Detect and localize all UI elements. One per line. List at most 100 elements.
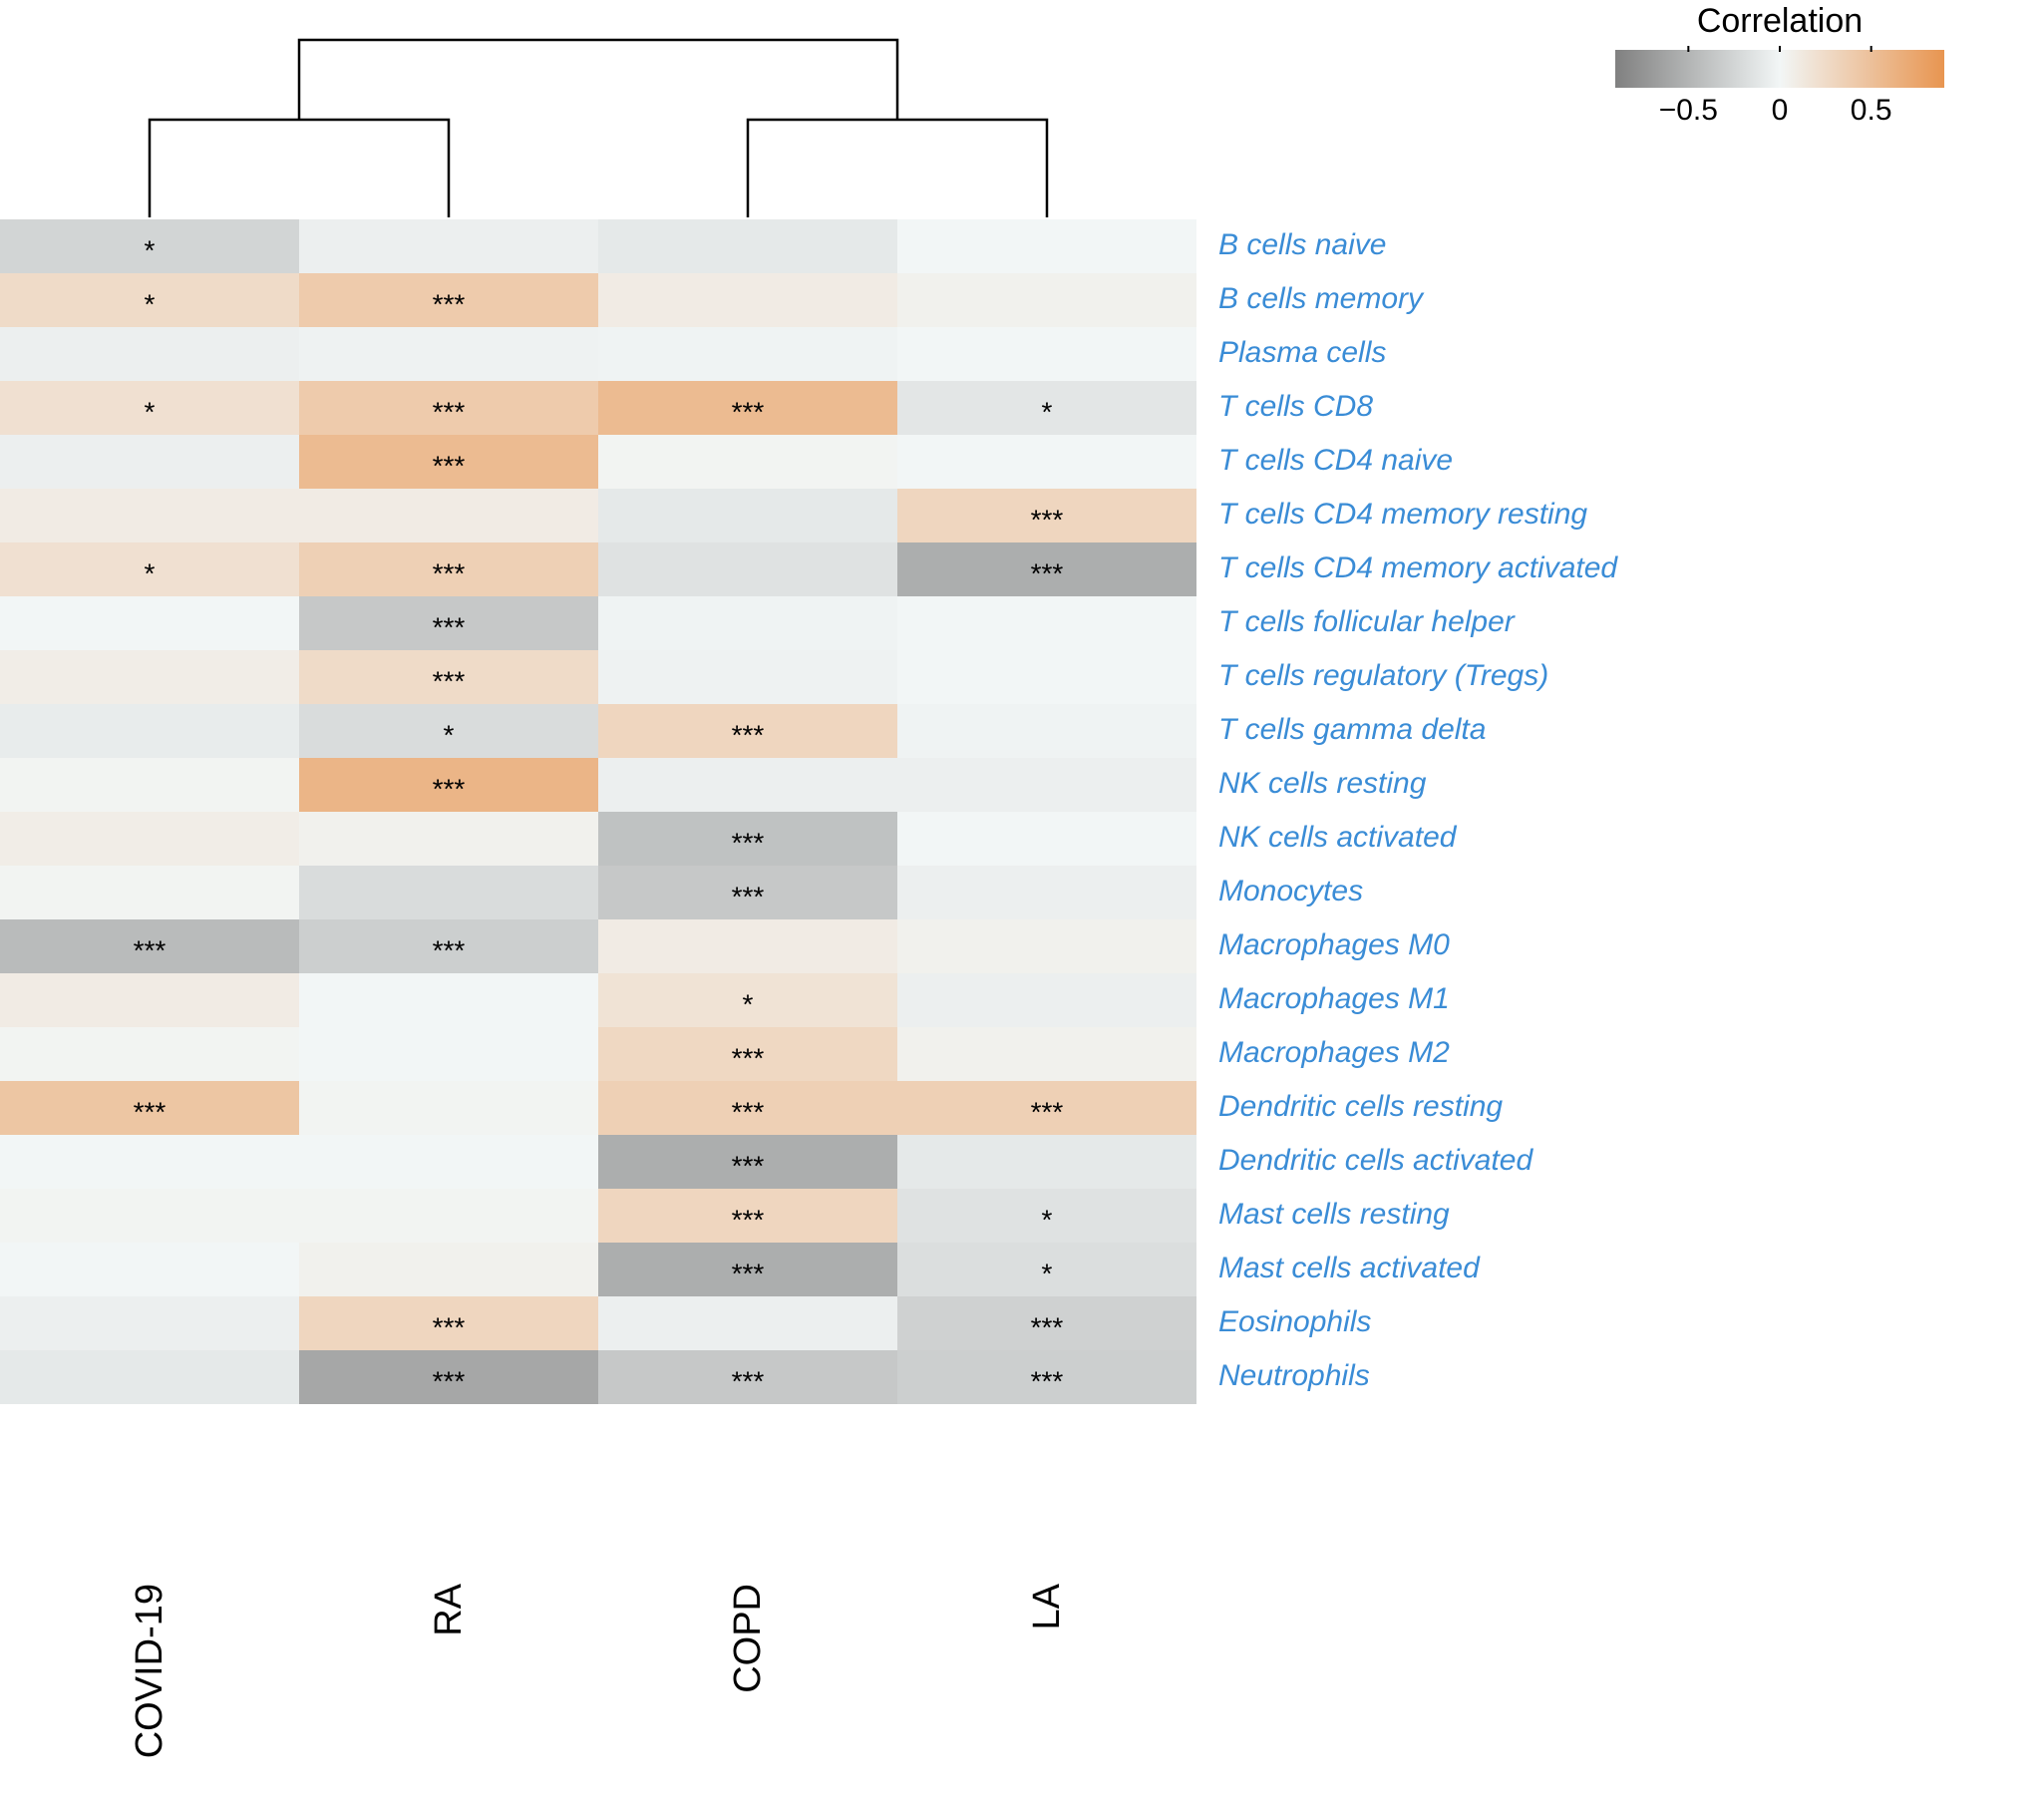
row-label: T cells follicular helper xyxy=(1218,605,1516,638)
heatmap-cell xyxy=(299,1135,598,1189)
heatmap-cell xyxy=(897,435,1196,489)
heatmap-cell xyxy=(0,758,299,812)
heatmap-cell xyxy=(0,812,299,866)
heatmap-cell xyxy=(299,866,598,919)
row-label: Neutrophils xyxy=(1218,1359,1370,1392)
significance-marker: * xyxy=(145,557,156,588)
column-label: LA xyxy=(1026,1583,1068,1629)
heatmap-cell xyxy=(598,919,897,973)
heatmap-cell xyxy=(897,758,1196,812)
significance-marker: * xyxy=(145,234,156,265)
significance-marker: *** xyxy=(433,288,466,319)
heatmap-cell xyxy=(0,1350,299,1404)
heatmap-cell xyxy=(0,1027,299,1081)
heatmap-cell xyxy=(897,596,1196,650)
row-label: Macrophages M2 xyxy=(1218,1036,1450,1069)
significance-marker: *** xyxy=(1031,1311,1064,1342)
significance-marker: *** xyxy=(134,934,167,965)
significance-marker: *** xyxy=(1031,557,1064,588)
row-label: T cells CD8 xyxy=(1218,390,1373,423)
row-label: T cells CD4 memory activated xyxy=(1218,551,1618,584)
heatmap-cell xyxy=(299,1081,598,1135)
row-label: NK cells activated xyxy=(1218,821,1458,854)
heatmap-cell xyxy=(0,1243,299,1296)
heatmap-cell xyxy=(0,704,299,758)
legend-tick: 0 xyxy=(1772,94,1789,127)
legend-tick: −0.5 xyxy=(1659,94,1718,127)
row-label: T cells CD4 naive xyxy=(1218,444,1453,477)
significance-marker: *** xyxy=(732,827,765,858)
legend-title: Correlation xyxy=(1697,2,1863,40)
heatmap-cell xyxy=(0,596,299,650)
heatmap-cell xyxy=(897,650,1196,704)
heatmap-cell xyxy=(299,973,598,1027)
heatmap-cell xyxy=(598,542,897,596)
row-label: B cells memory xyxy=(1218,282,1425,315)
row-label: Eosinophils xyxy=(1218,1305,1371,1338)
significance-marker: * xyxy=(1042,1204,1053,1235)
row-label: Mast cells activated xyxy=(1218,1252,1481,1284)
heatmap-cell xyxy=(897,704,1196,758)
significance-marker: *** xyxy=(732,1365,765,1396)
significance-marker: *** xyxy=(433,1311,466,1342)
correlation-heatmap: ****************************************… xyxy=(0,0,2044,1808)
column-label: COVID-19 xyxy=(129,1584,170,1758)
significance-marker: *** xyxy=(433,934,466,965)
heatmap-cell xyxy=(897,973,1196,1027)
heatmap-cell xyxy=(0,1135,299,1189)
heatmap-cell xyxy=(897,919,1196,973)
significance-marker: *** xyxy=(433,396,466,427)
heatmap-cell xyxy=(0,650,299,704)
significance-marker: * xyxy=(444,719,455,750)
significance-marker: *** xyxy=(1031,1096,1064,1127)
significance-marker: *** xyxy=(732,1096,765,1127)
heatmap-cell xyxy=(897,219,1196,273)
significance-marker: *** xyxy=(732,1150,765,1181)
significance-marker: *** xyxy=(433,665,466,696)
heatmap-cell xyxy=(0,973,299,1027)
heatmap-cell xyxy=(598,273,897,327)
row-label: Dendritic cells activated xyxy=(1218,1144,1533,1177)
column-label: RA xyxy=(428,1583,470,1635)
significance-marker: * xyxy=(145,396,156,427)
heatmap-cell xyxy=(0,435,299,489)
color-legend: Correlation−0.500.5 xyxy=(1615,2,1944,127)
heatmap-cell xyxy=(897,1135,1196,1189)
significance-marker: *** xyxy=(433,450,466,481)
heatmap-cell xyxy=(598,219,897,273)
row-label: Macrophages M0 xyxy=(1218,928,1450,961)
significance-marker: *** xyxy=(732,881,765,911)
heatmap-cell xyxy=(897,866,1196,919)
heatmap-cell xyxy=(598,758,897,812)
heatmap-cell xyxy=(598,327,897,381)
significance-marker: * xyxy=(1042,1258,1053,1288)
row-label: B cells naive xyxy=(1218,228,1386,261)
heatmap-cell xyxy=(0,866,299,919)
heatmap-cell xyxy=(598,650,897,704)
row-label: Monocytes xyxy=(1218,875,1363,907)
significance-marker: * xyxy=(1042,396,1053,427)
significance-marker: *** xyxy=(732,1042,765,1073)
row-label: Macrophages M1 xyxy=(1218,982,1450,1015)
column-label: COPD xyxy=(727,1584,769,1693)
significance-marker: *** xyxy=(134,1096,167,1127)
significance-marker: *** xyxy=(433,1365,466,1396)
heatmap-cell xyxy=(299,489,598,542)
row-label: T cells CD4 memory resting xyxy=(1218,498,1587,531)
row-label: T cells regulatory (Tregs) xyxy=(1218,659,1548,692)
row-label: Plasma cells xyxy=(1218,336,1386,369)
significance-marker: *** xyxy=(732,396,765,427)
heatmap-cell xyxy=(598,489,897,542)
heatmap-cell xyxy=(897,812,1196,866)
significance-marker: *** xyxy=(732,719,765,750)
row-label: T cells gamma delta xyxy=(1218,713,1486,746)
row-label: NK cells resting xyxy=(1218,767,1427,800)
significance-marker: *** xyxy=(433,773,466,804)
heatmap-cell xyxy=(897,273,1196,327)
significance-marker: *** xyxy=(433,557,466,588)
row-label: Dendritic cells resting xyxy=(1218,1090,1503,1123)
heatmap-cell xyxy=(0,489,299,542)
heatmap-cell xyxy=(598,435,897,489)
heatmap-cell xyxy=(299,1243,598,1296)
heatmap-cell xyxy=(598,596,897,650)
